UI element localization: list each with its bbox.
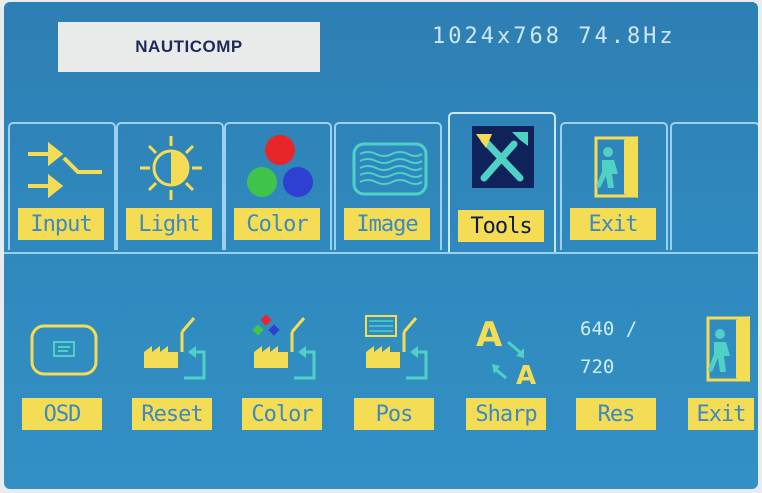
tool-pos[interactable]: Pos xyxy=(354,312,438,432)
tool-res[interactable]: 640 / 720 Res xyxy=(576,312,660,432)
tool-sharp[interactable]: A A Sharp xyxy=(466,312,550,432)
osd-screen: NAUTICOMP 1024x768 74.8Hz Input Light Co… xyxy=(4,2,758,489)
res-value-720: 720 xyxy=(580,356,615,378)
tool-osd[interactable]: OSD xyxy=(22,312,106,432)
tool-color[interactable]: Color xyxy=(242,312,326,432)
position-reset-icon xyxy=(365,315,428,380)
tool-label: Reset xyxy=(132,398,212,430)
brand-logo: NAUTICOMP xyxy=(58,22,320,72)
tab-label: Input xyxy=(18,208,104,240)
tab-empty xyxy=(670,122,758,250)
main-tab-bar: Input Light Color Image Tools Exit xyxy=(4,110,758,260)
tab-label: Tools xyxy=(458,210,544,242)
tool-label: Res xyxy=(576,398,656,430)
exit-door-icon xyxy=(594,136,638,198)
tool-reset[interactable]: Reset xyxy=(132,312,216,432)
logo-text: NAUTICOMP xyxy=(135,37,243,56)
color-reset-icon xyxy=(252,314,316,380)
reset-factory-icon xyxy=(144,317,206,380)
osd-icon xyxy=(30,324,98,376)
brightness-icon xyxy=(140,136,202,200)
input-source-icon xyxy=(28,141,102,199)
sharpness-icon: A A xyxy=(476,315,536,391)
tab-input[interactable]: Input xyxy=(8,122,116,250)
tab-label: Image xyxy=(344,208,430,240)
rgb-color-icon xyxy=(247,135,313,197)
tab-exit[interactable]: Exit xyxy=(560,122,668,250)
tool-label: Pos xyxy=(354,398,434,430)
tool-exit[interactable]: Exit xyxy=(688,312,758,432)
exit-door-icon xyxy=(706,316,750,382)
svg-text:A: A xyxy=(476,315,503,355)
resolution-readout: 1024x768 74.8Hz xyxy=(432,24,676,49)
tab-image[interactable]: Image xyxy=(334,122,442,250)
tab-label: Exit xyxy=(570,208,656,240)
res-value-640: 640 / xyxy=(580,318,638,340)
tab-label: Color xyxy=(234,208,320,240)
tools-icon xyxy=(472,126,534,188)
tool-label: OSD xyxy=(22,398,102,430)
image-waves-icon xyxy=(352,142,428,196)
tab-light[interactable]: Light xyxy=(116,122,224,250)
tool-label: Sharp xyxy=(466,398,546,430)
tool-label: Color xyxy=(242,398,322,430)
svg-text:A: A xyxy=(516,361,536,391)
tool-label: Exit xyxy=(688,398,754,430)
tab-color[interactable]: Color xyxy=(224,122,332,250)
tab-baseline-divider xyxy=(4,252,758,254)
tab-label: Light xyxy=(126,208,212,240)
tab-tools[interactable]: Tools xyxy=(448,112,556,252)
